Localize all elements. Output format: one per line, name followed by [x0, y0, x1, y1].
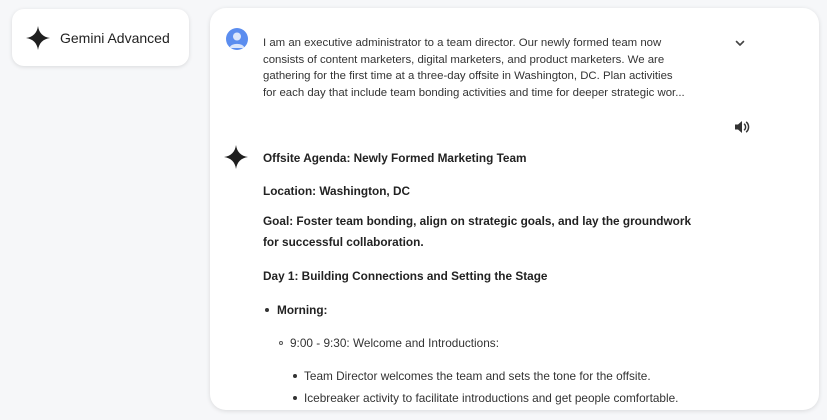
bullet-dot: [265, 308, 269, 312]
gemini-response-icon: [224, 145, 248, 169]
goal-line: Goal: Foster team bonding, align on stra…: [263, 214, 692, 228]
badge-label: Gemini Advanced: [60, 29, 170, 46]
goal-line: for successful collaboration.: [263, 235, 424, 249]
bullet-dot: [293, 374, 297, 378]
gemini-sparkle-icon: [26, 25, 50, 50]
response-location: Location: Washington, DC: [263, 184, 411, 198]
prompt-line: for each day that include team bonding a…: [263, 86, 685, 99]
conversation-card: I am an executive administrator to a tea…: [210, 8, 819, 410]
morning-label: Morning:: [277, 303, 328, 317]
user-prompt: I am an executive administrator to a tea…: [263, 35, 723, 101]
session-item: 9:00 - 9:30: Welcome and Introductions:: [290, 336, 499, 350]
speaker-icon[interactable]: [733, 118, 751, 136]
gemini-advanced-badge[interactable]: Gemini Advanced: [12, 9, 189, 66]
prompt-line: consists of content marketers, digital m…: [263, 53, 665, 66]
response-goal: Goal: Foster team bonding, align on stra…: [263, 211, 733, 253]
response-title: Offsite Agenda: Newly Formed Marketing T…: [263, 151, 527, 165]
bullet-dot: [293, 396, 297, 400]
prompt-line: gathering for the first time at a three-…: [263, 70, 673, 82]
user-avatar-icon: [226, 28, 248, 50]
session-point: Icebreaker activity to facilitate introd…: [304, 391, 679, 405]
session-point: Team Director welcomes the team and sets…: [304, 369, 651, 383]
day1-heading: Day 1: Building Connections and Setting …: [263, 269, 548, 283]
sub-bullet-dot: [279, 341, 283, 345]
chevron-down-icon[interactable]: [733, 36, 747, 50]
prompt-line: I am an executive administrator to a tea…: [263, 37, 662, 49]
